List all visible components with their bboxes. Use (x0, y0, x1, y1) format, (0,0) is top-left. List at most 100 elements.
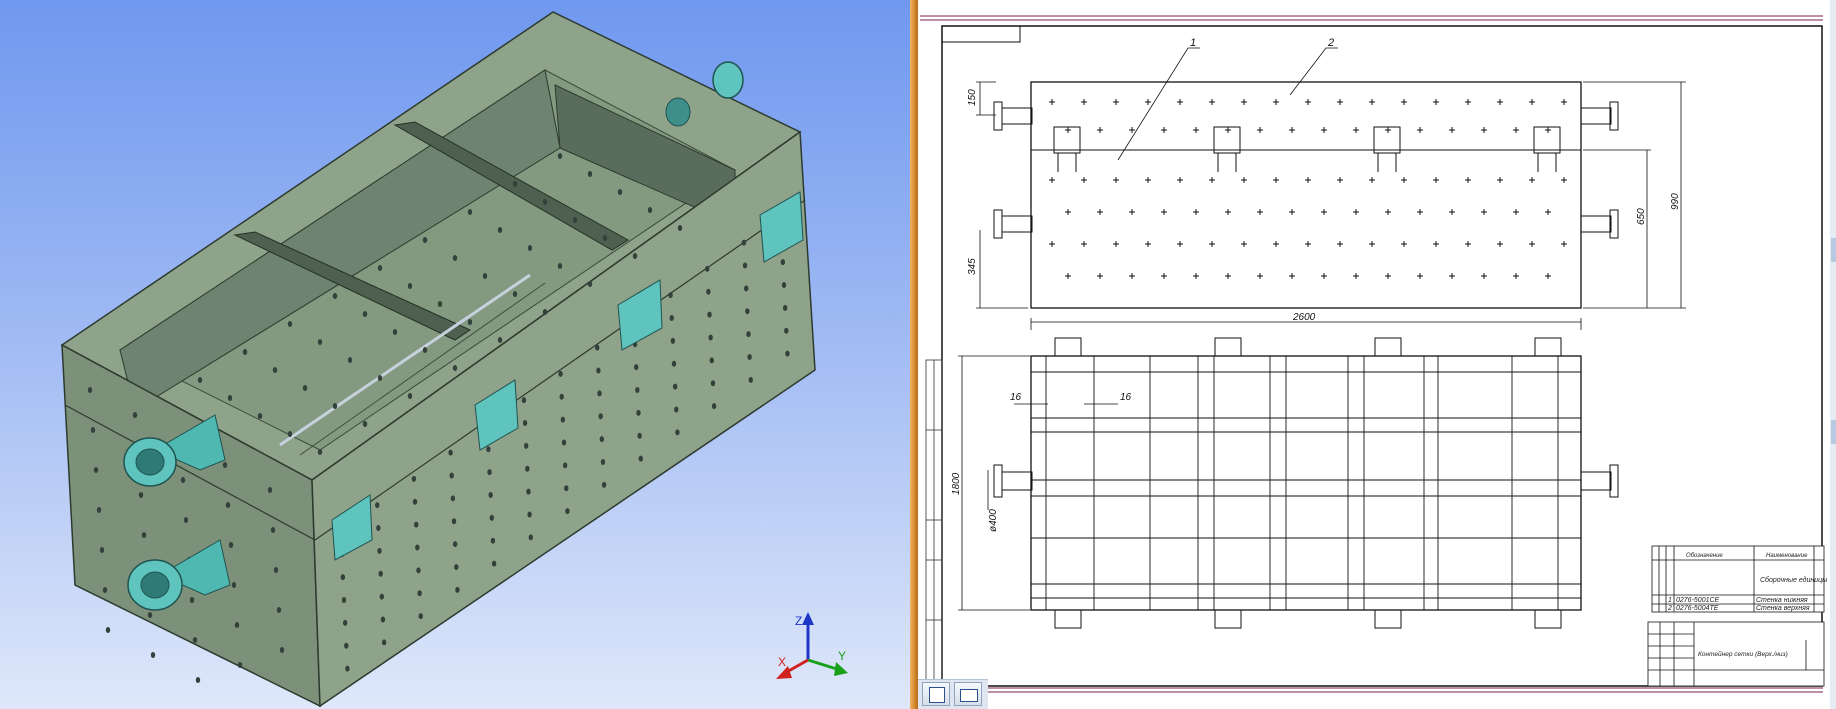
dim-2600: 2600 (1292, 312, 1316, 323)
hole (422, 347, 428, 353)
hole (407, 283, 413, 289)
drawing-sheet[interactable]: 1 2 150 345 990 650 2600 1800 16 16 ø400… (918, 0, 1836, 709)
hole (636, 409, 641, 416)
dim-345: 345 (967, 258, 978, 275)
hole (564, 485, 569, 492)
hole (231, 582, 237, 588)
hole (677, 225, 683, 231)
hole (279, 647, 285, 653)
hole (192, 637, 198, 643)
hole (748, 376, 753, 383)
hole (562, 462, 568, 469)
hole (602, 235, 608, 241)
leader-2-label: 2 (1327, 37, 1334, 49)
hole (416, 567, 421, 574)
hole (377, 265, 383, 271)
spec-section-title: Сборочные единицы (1760, 576, 1828, 584)
hole (437, 301, 443, 307)
hole (467, 319, 473, 325)
hole (411, 475, 417, 482)
hole (377, 375, 383, 381)
hole (525, 465, 530, 472)
hole (742, 262, 748, 269)
tank-3d-model[interactable]: Z Y X (0, 0, 910, 709)
hole (102, 587, 108, 593)
hole (377, 547, 382, 554)
hole (132, 412, 138, 418)
hole (565, 508, 570, 515)
hole (672, 383, 678, 390)
hole (222, 462, 228, 468)
vertical-scrollbar[interactable] (1830, 0, 1836, 709)
hole (342, 619, 348, 626)
hole (332, 293, 338, 299)
hole (601, 481, 607, 488)
spec-row-1-num: 1 (1668, 597, 1672, 604)
hole (287, 321, 293, 327)
hole (378, 570, 383, 577)
hole (482, 273, 488, 279)
hole (270, 527, 276, 533)
leader-1-label: 1 (1190, 37, 1196, 49)
hole (785, 350, 790, 357)
hole (242, 349, 248, 355)
hole (195, 677, 201, 683)
hole (512, 291, 518, 297)
hole (415, 544, 420, 551)
hole (225, 502, 231, 508)
landscape-page-icon[interactable] (954, 682, 982, 706)
hole (487, 469, 492, 476)
hole (376, 525, 381, 532)
hole (412, 498, 418, 505)
hole (572, 217, 578, 223)
hole (422, 237, 428, 243)
hole (183, 517, 189, 523)
hole (228, 542, 234, 548)
dim-16-right: 16 (1120, 392, 1132, 403)
hole (528, 534, 533, 541)
hole (638, 455, 643, 462)
hole (317, 449, 323, 455)
hole (375, 502, 380, 509)
hole (711, 403, 717, 410)
hole (90, 427, 96, 433)
hole (600, 458, 606, 465)
hole (745, 308, 750, 315)
portrait-page-icon[interactable] (922, 682, 950, 706)
hole (707, 311, 712, 318)
hole (491, 560, 497, 567)
hole (448, 449, 453, 456)
dim-650: 650 (1636, 208, 1647, 225)
hole (598, 413, 603, 420)
hole (413, 521, 419, 528)
hole (234, 622, 240, 628)
hole (467, 209, 473, 215)
hole (147, 612, 153, 618)
hole (521, 397, 527, 404)
dim-1800: 1800 (951, 472, 962, 495)
hole (197, 377, 203, 383)
hole (632, 253, 638, 259)
hole (784, 327, 789, 334)
hole (488, 492, 493, 498)
hole (407, 393, 413, 399)
hole (340, 574, 346, 581)
3d-viewport[interactable]: Z Y X (0, 0, 910, 709)
hole (237, 662, 243, 668)
dim-150: 150 (967, 89, 978, 106)
hole (332, 403, 338, 409)
hole (560, 416, 566, 423)
hole (674, 406, 679, 413)
hole (741, 239, 747, 246)
pane-splitter[interactable] (910, 0, 918, 709)
hole (706, 288, 711, 295)
hole (317, 339, 323, 345)
dim-16-left: 16 (1010, 392, 1022, 403)
hole (595, 344, 600, 351)
hole (497, 337, 503, 343)
hole (497, 227, 503, 233)
hole (345, 665, 350, 672)
spec-row-2-code: 0276-5004ТЕ (1676, 605, 1719, 612)
hole (599, 436, 605, 443)
hole (267, 487, 273, 493)
